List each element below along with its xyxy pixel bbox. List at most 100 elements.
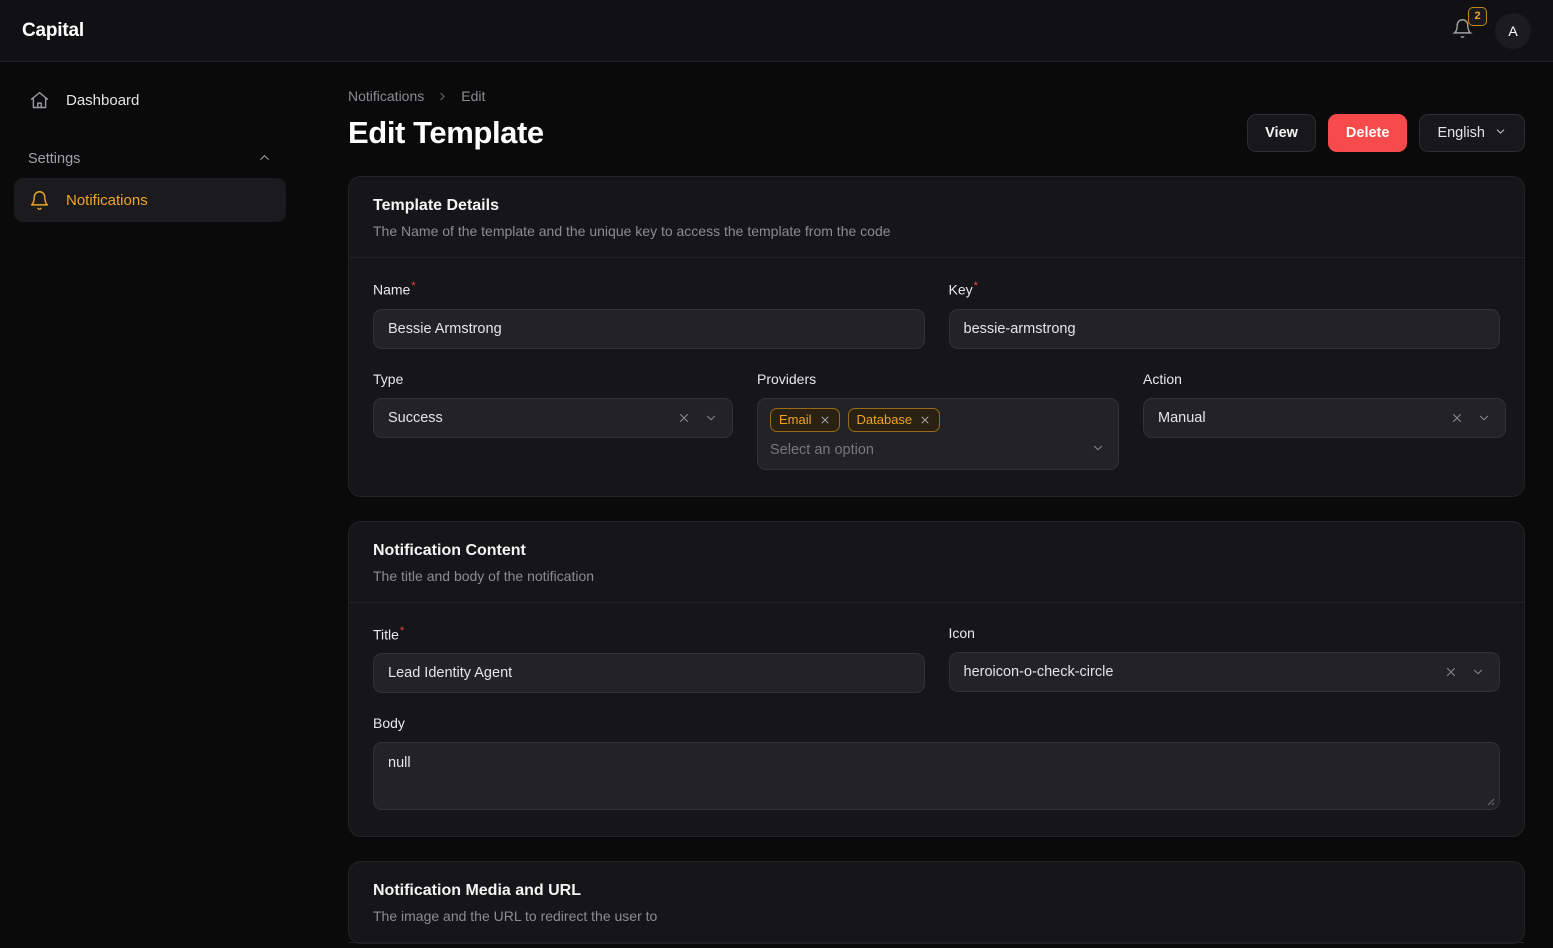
page-body: Dashboard Settings Notifications Notific… (0, 62, 1553, 948)
name-input[interactable]: Bessie Armstrong (373, 308, 925, 349)
chevron-down-icon[interactable] (1471, 665, 1485, 679)
field-key: Key* bessie-armstrong (948, 280, 1501, 349)
card-header: Template Details The Name of the templat… (349, 177, 1524, 258)
resize-handle-icon[interactable] (1483, 794, 1495, 806)
name-input-value: Bessie Armstrong (388, 320, 502, 337)
form-row: Body null (373, 715, 1500, 811)
icon-select-value: heroicon-o-check-circle (963, 663, 1114, 680)
field-label: Key* (949, 280, 1501, 298)
close-icon[interactable] (677, 411, 691, 425)
required-marker: * (411, 280, 416, 292)
action-select-value: Manual (1158, 409, 1206, 426)
view-button[interactable]: View (1247, 114, 1316, 152)
body-textarea[interactable]: null (373, 742, 1500, 811)
key-input-value: bessie-armstrong (963, 320, 1076, 337)
field-label: Providers (757, 370, 817, 387)
card-header: Notification Media and URL The image and… (349, 862, 1524, 944)
field-label: Icon (948, 624, 975, 641)
card-notification-media: Notification Media and URL The image and… (348, 861, 1525, 945)
providers-placeholder: Select an option (770, 441, 874, 458)
title-input-value: Lead Identity Agent (388, 665, 513, 682)
action-select[interactable]: Manual (1143, 397, 1506, 438)
label-text: Title (373, 626, 399, 643)
required-marker: * (399, 624, 405, 637)
main-content: Notifications Edit Edit Template View De… (300, 62, 1553, 948)
chevron-right-icon (436, 90, 449, 103)
providers-tag-list: Email Database (770, 407, 1104, 432)
field-name: Name* Bessie Armstrong (373, 280, 925, 349)
required-marker: * (973, 280, 978, 292)
select-controls (1450, 411, 1491, 425)
chevron-down-icon[interactable] (1091, 441, 1105, 460)
sidebar-item-notifications[interactable]: Notifications (14, 178, 286, 222)
language-select-label: English (1437, 125, 1485, 141)
chevron-down-icon[interactable] (704, 411, 718, 425)
field-action: Action Manual (1143, 371, 1506, 470)
card-subtitle: The image and the URL to redirect the us… (373, 908, 658, 925)
close-icon[interactable] (819, 414, 831, 426)
breadcrumb-parent[interactable]: Notifications (348, 88, 424, 104)
label-text: Key (948, 281, 973, 298)
field-label: Body (373, 715, 405, 732)
close-icon[interactable] (1444, 665, 1458, 679)
sidebar: Dashboard Settings Notifications (0, 62, 300, 948)
form-row: Type Success Providers Email Database Se… (373, 371, 1506, 470)
field-label: Name* (373, 280, 925, 298)
title-input[interactable]: Lead Identity Agent (373, 653, 925, 694)
top-bar: Capital 2 A (0, 0, 1553, 62)
chevron-down-icon (1494, 125, 1507, 142)
tag-label: Database (856, 412, 913, 428)
breadcrumb-current: Edit (461, 88, 486, 104)
card-header: Notification Content The title and body … (349, 522, 1524, 603)
card-subtitle: The title and body of the notification (373, 567, 595, 584)
icon-select[interactable]: heroicon-o-check-circle (948, 651, 1500, 692)
language-select[interactable]: English (1419, 114, 1525, 152)
key-input[interactable]: bessie-armstrong (948, 308, 1500, 349)
sidebar-group-label: Settings (28, 151, 81, 167)
card-subtitle: The Name of the template and the unique … (373, 223, 891, 239)
label-text: Name (373, 281, 411, 298)
field-title: Title* Lead Identity Agent (373, 625, 925, 694)
tag[interactable]: Email (770, 407, 840, 432)
type-select-value: Success (388, 409, 443, 426)
close-icon[interactable] (919, 414, 931, 426)
sidebar-item-dashboard[interactable]: Dashboard (14, 78, 286, 122)
select-controls (1444, 665, 1485, 679)
page-header: Edit Template View Delete English (348, 114, 1525, 152)
card-title: Template Details (373, 197, 499, 214)
card-title: Notification Content (373, 541, 526, 559)
page-actions: View Delete English (1247, 114, 1525, 152)
home-icon (28, 89, 50, 111)
delete-button[interactable]: Delete (1327, 114, 1408, 152)
body-textarea-value: null (388, 755, 411, 772)
type-select[interactable]: Success (373, 397, 733, 438)
notification-count-badge: 2 (1468, 6, 1487, 26)
tag[interactable]: Database (847, 407, 941, 432)
breadcrumb: Notifications Edit (348, 88, 1525, 104)
field-label: Type (373, 370, 404, 387)
field-icon: Icon heroicon-o-check-circle (948, 624, 1500, 694)
chevron-down-icon[interactable] (1477, 411, 1491, 425)
select-controls (677, 411, 718, 425)
form-row: Name* Bessie Armstrong Key* bessie-armst… (373, 280, 1500, 349)
card-title: Notification Media and URL (373, 882, 581, 900)
field-label: Action (1143, 370, 1182, 387)
bell-icon (28, 189, 50, 211)
app-root: Capital 2 A Dashboard Settings Notificat… (0, 0, 1553, 948)
notifications-bell-button[interactable]: 2 (1447, 6, 1487, 46)
field-body: Body null (373, 715, 1500, 811)
field-providers: Providers Email Database Select an optio… (757, 371, 1119, 470)
sidebar-item-label: Notifications (66, 191, 148, 209)
close-icon[interactable] (1450, 411, 1464, 425)
sidebar-group-settings[interactable]: Settings (14, 140, 286, 178)
card-notification-content: Notification Content The title and body … (348, 520, 1525, 838)
card-body: Name* Bessie Armstrong Key* bessie-armst… (349, 258, 1524, 496)
avatar[interactable]: A (1495, 12, 1531, 49)
card-template-details: Template Details The Name of the templat… (348, 176, 1525, 497)
field-label: Title* (373, 625, 925, 643)
card-body: Title* Lead Identity Agent Icon heroicon… (349, 603, 1524, 837)
tag-label: Email (779, 412, 812, 428)
providers-multiselect[interactable]: Email Database Select an option (757, 397, 1119, 470)
field-type: Type Success (373, 371, 733, 470)
chevron-up-icon (257, 150, 272, 169)
